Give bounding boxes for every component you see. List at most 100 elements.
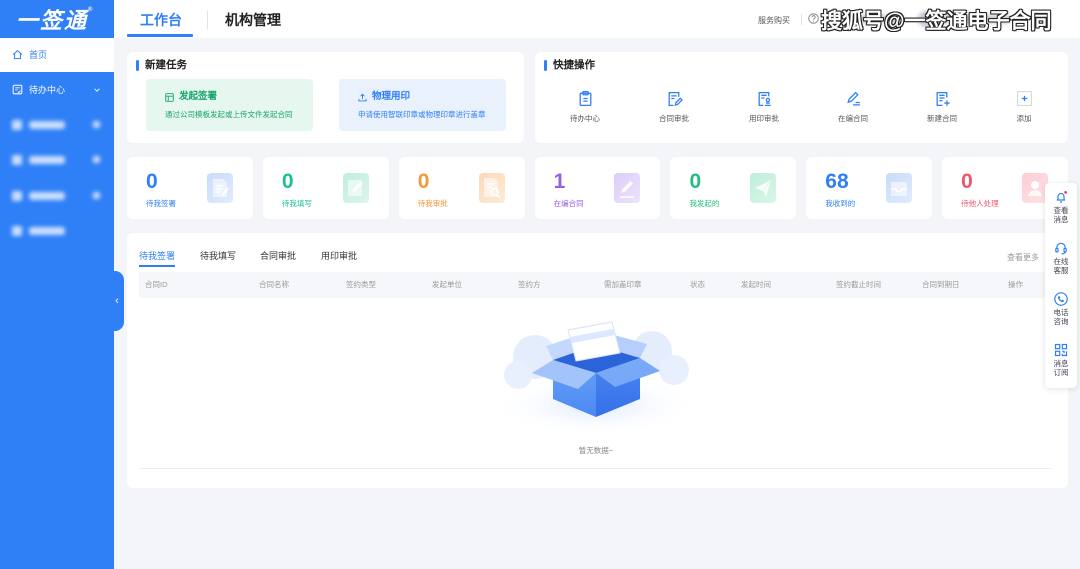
column-header: 需加盖印章 (604, 280, 642, 289)
review-icon (478, 173, 505, 203)
quick-action-label: 合同审批 (659, 114, 689, 123)
quick-action-label: 添加 (1016, 114, 1032, 123)
write-icon (342, 173, 369, 203)
quick-action-contract-approval[interactable]: 合同审批 (644, 90, 704, 132)
column-header: 签约方 (518, 280, 541, 289)
stat-card-initiated[interactable]: 0 我发起的 (670, 157, 797, 219)
empty-state-text: 暂无数据~ (578, 446, 614, 455)
sidebar-item-obscured[interactable] (0, 214, 114, 248)
sidebar-collapse-button[interactable]: ‹ (110, 271, 124, 331)
physical-seal-desc: 申请使用智联印章或物理印章进行盖章 (358, 110, 486, 119)
column-header: 状态 (690, 280, 705, 289)
table-tab-contract-approval[interactable]: 合同审批 (260, 250, 296, 262)
stat-card-editing[interactable]: 1 在编合同 (534, 157, 661, 219)
table-tab-seal-approval[interactable]: 用印审批 (321, 250, 357, 262)
sidebar-item-home[interactable]: 首页 (0, 38, 114, 72)
tab-workbench[interactable]: 工作台 (140, 10, 182, 30)
sidebar-item-obscured[interactable] (0, 143, 114, 177)
divider (801, 14, 802, 25)
float-item-label: 消息订阅 (1053, 359, 1069, 377)
logo[interactable]: 一签通® (16, 3, 92, 35)
column-header: 发起单位 (432, 280, 462, 289)
physical-seal-title: 物理用印 (372, 91, 411, 102)
float-item-label: 查看消息 (1053, 206, 1069, 224)
stat-card-pending-fill[interactable]: 0 待我填写 (262, 157, 389, 219)
stat-value: 0 (417, 170, 430, 193)
stat-value: 0 (689, 170, 702, 193)
todo-icon (12, 84, 23, 95)
start-signing-desc: 通过公司模板发起或上传文件发起合同 (165, 110, 293, 119)
home-icon (12, 50, 23, 60)
card-title: 新建任务 (145, 59, 187, 71)
column-header: 合同到期日 (922, 280, 960, 289)
empty-box-icon (492, 321, 700, 437)
headset-icon (1055, 242, 1067, 255)
stat-label: 在编合同 (553, 199, 584, 208)
template-icon (165, 93, 174, 102)
stat-value: 1 (553, 170, 566, 193)
logo-text: 一签通 (16, 8, 89, 33)
quick-action-label: 待办中心 (570, 114, 600, 123)
service-purchase-link[interactable]: 服务购买 (758, 15, 790, 26)
sidebar-item-todo-center[interactable]: 待办中心 (0, 73, 114, 107)
editing-icon (614, 173, 641, 203)
watermark: 搜狐号@一签通电子合同 (821, 10, 1052, 33)
inbox-icon (886, 173, 913, 203)
active-tab-indicator (139, 265, 175, 267)
view-more-link[interactable]: 查看更多 (1007, 252, 1039, 263)
quick-action-add[interactable]: 添加 (994, 90, 1054, 132)
doc-stamp-icon (758, 92, 771, 107)
upload-icon (358, 93, 367, 102)
doc-add-icon (936, 92, 950, 107)
start-signing-card[interactable]: 发起签署 通过公司模板发起或上传文件发起合同 (146, 79, 313, 131)
tab-org-management[interactable]: 机构管理 (225, 10, 281, 30)
sidebar-item-obscured[interactable] (0, 108, 114, 142)
online-support-button[interactable]: 在线客服 (1045, 241, 1077, 289)
send-icon (750, 173, 777, 203)
quick-action-label: 用印审批 (749, 114, 779, 123)
quick-action-label: 新建合同 (927, 114, 957, 123)
stat-value: 0 (961, 170, 973, 193)
stat-label: 待他人处理 (961, 199, 999, 208)
float-item-label: 在线客服 (1053, 257, 1069, 275)
clipboard-icon (579, 90, 591, 107)
column-header: 发起时间 (741, 280, 771, 289)
stat-value: 68 (825, 170, 849, 193)
chevron-down-icon (94, 88, 100, 92)
card-title: 快捷操作 (553, 59, 595, 71)
pen-icon (846, 91, 860, 106)
physical-seal-card[interactable]: 物理用印 申请使用智联印章或物理印章进行盖章 (339, 79, 506, 131)
sign-doc-icon (206, 173, 233, 203)
divider (207, 11, 208, 29)
doc-edit-icon (668, 92, 683, 107)
quick-action-seal-approval[interactable]: 用印审批 (734, 90, 794, 132)
help-icon[interactable] (808, 13, 819, 24)
column-header: 合同ID (145, 280, 168, 289)
quick-action-editing-contracts[interactable]: 在编合同 (823, 90, 883, 132)
stat-label: 待我填写 (281, 199, 312, 208)
start-signing-title: 发起签署 (179, 91, 218, 102)
new-task-card: 新建任务 发起签署 通过公司模板发起或上传文件发起合同 物理用印 申请使用智联印… (127, 52, 524, 143)
table-tab-pending-sign[interactable]: 待我签署 (139, 250, 175, 262)
floating-help-panel: 查看消息 在线客服 电话咨询 消息订阅 (1045, 183, 1077, 388)
stat-label: 我收到的 (825, 199, 856, 208)
person-icon (1022, 173, 1049, 203)
quick-action-new-contract[interactable]: 新建合同 (912, 90, 972, 132)
bell-icon (1056, 191, 1067, 203)
quick-action-todo-center[interactable]: 待办中心 (555, 90, 615, 132)
table-header: 合同ID 合同名称 签约类型 发起单位 签约方 需加盖印章 状态 发起时间 签约… (139, 272, 1052, 298)
table-tab-pending-fill[interactable]: 待我填写 (200, 250, 236, 262)
phone-consult-button[interactable]: 电话咨询 (1045, 292, 1077, 340)
stat-value: 0 (281, 170, 294, 193)
quick-actions-card: 快捷操作 待办中心 合同审批 用印审批 在编合同 新建合同 添加 (535, 52, 1068, 143)
stat-card-pending-approval[interactable]: 0 待我审批 (398, 157, 525, 219)
title-accent-bar (136, 60, 139, 71)
stat-card-pending-sign[interactable]: 0 待我签署 (127, 157, 253, 219)
title-accent-bar (544, 60, 547, 71)
phone-icon (1054, 292, 1068, 306)
message-subscribe-button[interactable]: 消息订阅 (1045, 343, 1077, 391)
view-messages-button[interactable]: 查看消息 (1045, 190, 1077, 238)
stat-card-received[interactable]: 68 我收到的 (806, 157, 933, 219)
divider (139, 468, 1052, 469)
sidebar-item-obscured[interactable] (0, 179, 114, 213)
